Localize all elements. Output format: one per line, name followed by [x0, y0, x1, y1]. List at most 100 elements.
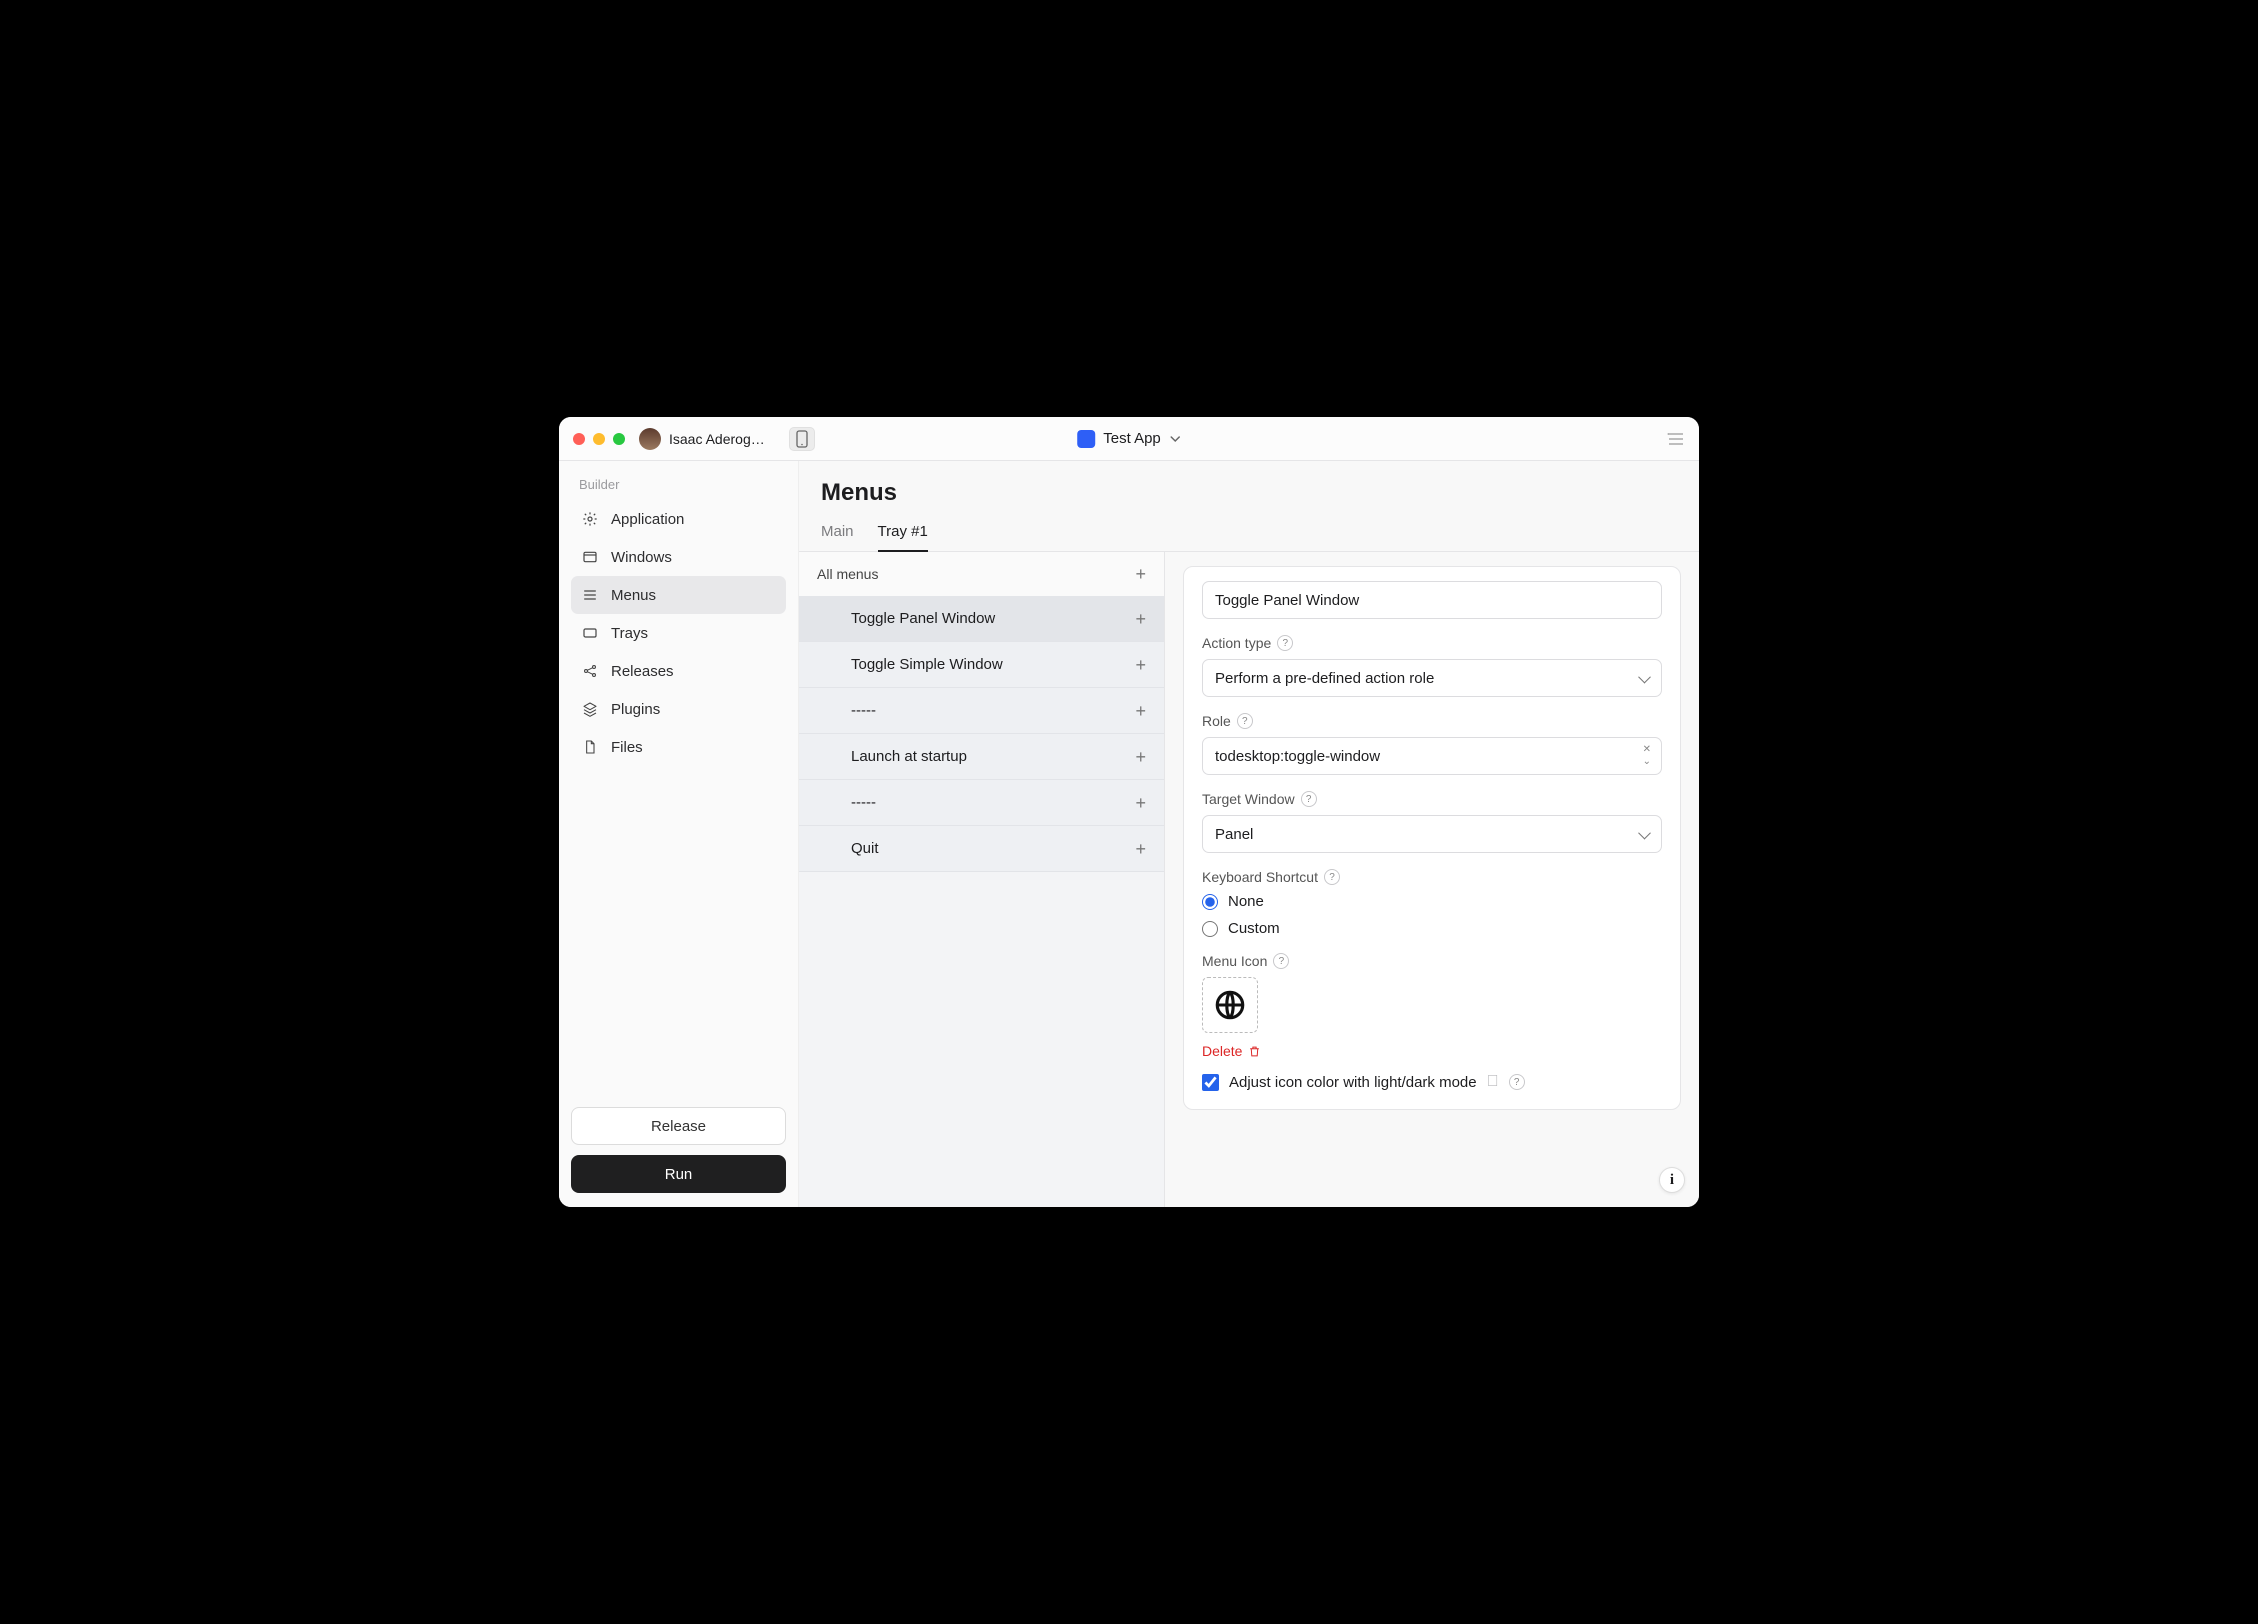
sidebar-item-releases[interactable]: Releases	[571, 652, 786, 690]
add-submenu-button[interactable]: +	[1135, 794, 1146, 812]
tab-tray-1[interactable]: Tray #1	[878, 523, 928, 552]
name-input-value: Toggle Panel Window	[1215, 592, 1359, 609]
add-submenu-button[interactable]: +	[1135, 840, 1146, 858]
menu-icon	[581, 586, 599, 604]
help-icon[interactable]: ?	[1277, 635, 1293, 651]
help-icon[interactable]: ?	[1324, 869, 1340, 885]
device-preview-button[interactable]	[789, 427, 815, 451]
action-type-select[interactable]: Perform a pre-defined action role	[1202, 659, 1662, 697]
gear-icon	[581, 510, 599, 528]
sidebar-item-label: Files	[611, 739, 643, 756]
menu-item[interactable]: Launch at startup +	[799, 734, 1164, 780]
globe-icon	[1213, 988, 1247, 1022]
tab-main[interactable]: Main	[821, 523, 854, 551]
menu-item-label: Launch at startup	[851, 748, 967, 765]
tray-icon	[581, 624, 599, 642]
sidebar-item-label: Windows	[611, 549, 672, 566]
sidebar-item-windows[interactable]: Windows	[571, 538, 786, 576]
app-selector[interactable]: Test App	[1077, 430, 1181, 448]
add-submenu-button[interactable]: +	[1135, 748, 1146, 766]
app-icon	[1077, 430, 1095, 448]
phone-icon	[796, 430, 808, 448]
info-button[interactable]: i	[1659, 1167, 1685, 1193]
role-value: todesktop:toggle-window	[1215, 748, 1380, 765]
action-type-value: Perform a pre-defined action role	[1215, 670, 1434, 687]
run-button[interactable]: Run	[571, 1155, 786, 1193]
delete-icon-button[interactable]: Delete	[1202, 1043, 1662, 1059]
action-type-label: Action type	[1202, 635, 1271, 651]
shortcut-custom-radio[interactable]: Custom	[1202, 920, 1662, 937]
adjust-icon-label: Adjust icon color with light/dark mode	[1229, 1074, 1477, 1091]
target-window-label: Target Window	[1202, 791, 1295, 807]
page-title: Menus	[821, 479, 1677, 507]
menu-item-label: Quit	[851, 840, 879, 857]
file-icon	[581, 738, 599, 756]
radio-label: None	[1228, 893, 1264, 910]
sidebar-item-application[interactable]: Application	[571, 500, 786, 538]
target-window-value: Panel	[1215, 826, 1253, 843]
tabs: Main Tray #1	[799, 523, 1699, 552]
window-icon	[581, 548, 599, 566]
menu-item-label: -----	[851, 794, 876, 811]
minimize-icon[interactable]	[593, 433, 605, 445]
target-window-select[interactable]: Panel	[1202, 815, 1662, 853]
menu-list-heading: All menus	[817, 566, 878, 582]
radio-label: Custom	[1228, 920, 1280, 937]
shortcut-none-radio[interactable]: None	[1202, 893, 1662, 910]
apple-icon: 	[1487, 1073, 1499, 1091]
app-window: Isaac Aderog… Test App Builder Applicati…	[559, 417, 1699, 1207]
sidebar-item-label: Trays	[611, 625, 648, 642]
help-icon[interactable]: ?	[1509, 1074, 1525, 1090]
help-icon[interactable]: ?	[1237, 713, 1253, 729]
menu-list-header: All menus +	[799, 552, 1164, 596]
share-icon	[581, 662, 599, 680]
titlebar: Isaac Aderog… Test App	[559, 417, 1699, 461]
main-panel: Menus Main Tray #1 All menus + Toggle Pa…	[799, 461, 1699, 1207]
sidebar-item-label: Application	[611, 511, 684, 528]
window-controls	[573, 433, 625, 445]
menu-item-label: Toggle Panel Window	[851, 610, 995, 627]
sidebar-section-label: Builder	[579, 477, 778, 492]
sidebar-item-label: Plugins	[611, 701, 660, 718]
help-icon[interactable]: ?	[1273, 953, 1289, 969]
sidebar-item-trays[interactable]: Trays	[571, 614, 786, 652]
menu-item-label: -----	[851, 702, 876, 719]
add-menu-button[interactable]: +	[1135, 565, 1146, 583]
menu-item[interactable]: Quit +	[799, 826, 1164, 872]
add-submenu-button[interactable]: +	[1135, 702, 1146, 720]
chevron-down-icon[interactable]: ⌄	[1643, 757, 1651, 767]
clear-icon[interactable]: ✕	[1643, 745, 1651, 755]
adjust-icon-checkbox[interactable]	[1202, 1074, 1219, 1091]
sidebar-item-label: Releases	[611, 663, 674, 680]
properties-panel: Toggle Panel Window Action type ? Perfor…	[1165, 552, 1699, 1207]
sidebar-item-menus[interactable]: Menus	[571, 576, 786, 614]
role-label: Role	[1202, 713, 1231, 729]
sidebar-item-files[interactable]: Files	[571, 728, 786, 766]
menu-icon-label: Menu Icon	[1202, 953, 1267, 969]
avatar[interactable]	[639, 428, 661, 450]
sidebar-item-label: Menus	[611, 587, 656, 604]
menu-item[interactable]: Toggle Simple Window +	[799, 642, 1164, 688]
app-name-label: Test App	[1103, 430, 1161, 447]
sidebar: Builder Application Windows Menus Trays …	[559, 461, 799, 1207]
maximize-icon[interactable]	[613, 433, 625, 445]
menu-list: All menus + Toggle Panel Window + Toggle…	[799, 552, 1165, 1207]
keyboard-shortcut-label: Keyboard Shortcut	[1202, 869, 1318, 885]
close-icon[interactable]	[573, 433, 585, 445]
delete-label: Delete	[1202, 1043, 1242, 1059]
sidebar-item-plugins[interactable]: Plugins	[571, 690, 786, 728]
menu-item[interactable]: ----- +	[799, 688, 1164, 734]
menu-item[interactable]: ----- +	[799, 780, 1164, 826]
chevron-down-icon	[1169, 433, 1181, 445]
add-submenu-button[interactable]: +	[1135, 656, 1146, 674]
release-button[interactable]: Release	[571, 1107, 786, 1145]
view-options-button[interactable]	[1667, 432, 1685, 446]
menu-item-label: Toggle Simple Window	[851, 656, 1003, 673]
menu-icon-picker[interactable]	[1202, 977, 1258, 1033]
name-input[interactable]: Toggle Panel Window	[1202, 581, 1662, 619]
layers-icon	[581, 700, 599, 718]
add-submenu-button[interactable]: +	[1135, 610, 1146, 628]
help-icon[interactable]: ?	[1301, 791, 1317, 807]
menu-item[interactable]: Toggle Panel Window +	[799, 596, 1164, 642]
role-combobox[interactable]: todesktop:toggle-window ✕ ⌄	[1202, 737, 1662, 775]
